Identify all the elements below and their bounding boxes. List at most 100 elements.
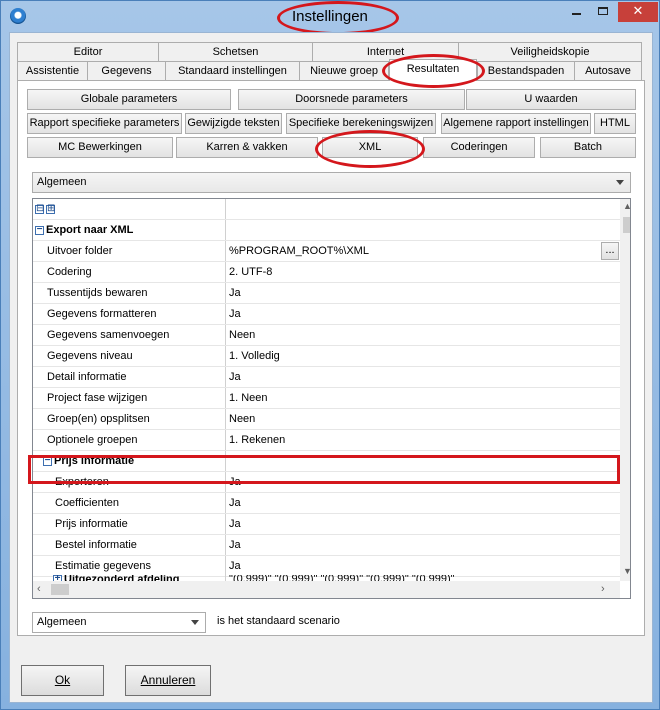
- grid-row-bestel-informatie[interactable]: Bestel informatie Ja: [33, 535, 620, 556]
- ok-button-label: Ok: [54, 673, 71, 687]
- u-waarden-button[interactable]: U waarden: [466, 89, 636, 110]
- grid-row-prijs-informatie[interactable]: Prijs informatie Ja: [33, 514, 620, 535]
- karren-vakken-button[interactable]: Karren & vakken: [176, 137, 318, 158]
- scroll-left-icon[interactable]: ‹: [37, 583, 41, 595]
- tab-editor[interactable]: Editor: [17, 42, 159, 61]
- chevron-down-icon: [191, 620, 199, 625]
- grid-row-optionele-groepen[interactable]: Optionele groepen 1. Rekenen: [33, 430, 620, 451]
- chevron-down-icon: [616, 180, 624, 185]
- grid-category-export-xml[interactable]: − Export naar XML: [33, 220, 620, 241]
- grid-row-value[interactable]: 1. Neen: [227, 388, 620, 408]
- maximize-icon: [598, 7, 608, 15]
- grid-row-label: Optionele groepen: [33, 430, 226, 450]
- collapse-icon[interactable]: −: [35, 224, 44, 235]
- grid-row-label: Gegevens samenvoegen: [33, 325, 226, 345]
- tab-panel-resultaten: Globale parameters Doorsnede parameters …: [17, 80, 645, 636]
- maximize-button[interactable]: [590, 2, 616, 22]
- grid-vertical-scrollbar[interactable]: ▲ ▼: [620, 199, 630, 581]
- tab-assistentie[interactable]: Assistentie: [17, 61, 88, 80]
- grid-row-project-fase-wijzigen[interactable]: Project fase wijzigen 1. Neen: [33, 388, 620, 409]
- minimize-button[interactable]: [563, 2, 589, 22]
- batch-button[interactable]: Batch: [540, 137, 636, 158]
- rapport-specifieke-parameters-button[interactable]: Rapport specifieke parameters: [27, 113, 182, 134]
- tab-gegevens[interactable]: Gegevens: [87, 61, 166, 80]
- grid-row-value[interactable]: Ja: [227, 514, 620, 534]
- grid-row-value[interactable]: Ja: [227, 535, 620, 555]
- grid-row-label: Project fase wijzigen: [33, 388, 226, 408]
- tab-bestandspaden[interactable]: Bestandspaden: [477, 61, 575, 80]
- scroll-up-icon[interactable]: ▲: [623, 201, 630, 211]
- property-grid[interactable]: ⊟ ⊞ − Export naar XML Uitvoer folder %PROG…: [32, 198, 631, 599]
- tab-standaard-instellingen[interactable]: Standaard instellingen: [165, 61, 300, 80]
- tab-veiligheidskopie[interactable]: Veiligheidskopie: [458, 42, 642, 61]
- tab-nieuwe-groep[interactable]: Nieuwe groep: [299, 61, 389, 80]
- grid-row-label: Gegevens niveau: [33, 346, 226, 366]
- tab-schetsen[interactable]: Schetsen: [158, 42, 313, 61]
- grid-row-label: Groep(en) opsplitsen: [33, 409, 226, 429]
- grid-horizontal-scroll-thumb[interactable]: [51, 584, 69, 595]
- grid-row-value[interactable]: Ja: [227, 556, 620, 576]
- resultaten-highlight-oval: [382, 54, 485, 88]
- collapse-all-icon[interactable]: ⊟: [35, 203, 44, 214]
- doorsnede-parameters-button[interactable]: Doorsnede parameters: [238, 89, 465, 110]
- cancel-button-label: Annuleren: [140, 673, 196, 687]
- section-select[interactable]: Algemeen: [32, 172, 631, 193]
- grid-row-gegevens-samenvoegen[interactable]: Gegevens samenvoegen Neen: [33, 325, 620, 346]
- grid-category-label: Export naar XML: [46, 224, 134, 236]
- close-icon: ✕: [632, 3, 644, 18]
- grid-row-value[interactable]: Ja: [227, 283, 620, 303]
- grid-row-value[interactable]: Ja: [227, 304, 620, 324]
- settings-window: Instellingen ✕ Editor Schetsen Internet …: [0, 0, 660, 710]
- grid-row-value[interactable]: 2. UTF-8: [227, 262, 620, 282]
- mc-bewerkingen-button[interactable]: MC Bewerkingen: [27, 137, 173, 158]
- grid-row-label: Tussentijds bewaren: [33, 283, 226, 303]
- grid-row-value[interactable]: Ja: [227, 367, 620, 387]
- scroll-down-icon[interactable]: ▼: [623, 566, 630, 576]
- grid-row-value[interactable]: 1. Volledig: [227, 346, 620, 366]
- section-select-value: Algemeen: [37, 176, 87, 188]
- coderingen-button[interactable]: Coderingen: [423, 137, 535, 158]
- html-button[interactable]: HTML: [594, 113, 636, 134]
- globale-parameters-button[interactable]: Globale parameters: [27, 89, 231, 110]
- grid-toolbar-cell: ⊟ ⊞: [33, 199, 226, 219]
- scenario-select[interactable]: Algemeen: [32, 612, 206, 633]
- grid-row-tussentijds-bewaren[interactable]: Tussentijds bewaren Ja: [33, 283, 620, 304]
- browse-folder-button[interactable]: ...: [601, 242, 619, 260]
- scenario-select-value: Algemeen: [37, 616, 87, 628]
- grid-row-coefficienten[interactable]: Coefficienten Ja: [33, 493, 620, 514]
- grid-row-value[interactable]: Neen: [227, 325, 620, 345]
- scenario-description: is het standaard scenario: [217, 615, 340, 627]
- grid-row-label: Uitvoer folder: [33, 241, 226, 261]
- close-button[interactable]: ✕: [618, 2, 658, 22]
- grid-category-label-cell: − Export naar XML: [33, 220, 226, 240]
- tab-autosave[interactable]: Autosave: [574, 61, 642, 80]
- grid-row-value[interactable]: %PROGRAM_ROOT%\XML: [227, 241, 620, 261]
- grid-row-codering[interactable]: Codering 2. UTF-8: [33, 262, 620, 283]
- ok-button[interactable]: Ok: [21, 665, 104, 696]
- grid-row-label: Bestel informatie: [33, 535, 226, 555]
- grid-vertical-scroll-thumb[interactable]: [623, 217, 630, 233]
- expand-all-icon[interactable]: ⊞: [46, 203, 55, 214]
- scroll-right-icon[interactable]: ›: [601, 583, 605, 595]
- grid-row-detail-informatie[interactable]: Detail informatie Ja: [33, 367, 620, 388]
- grid-toolbar-value-cell: [227, 199, 620, 219]
- grid-row-uitvoer-folder[interactable]: Uitvoer folder %PROGRAM_ROOT%\XML ...: [33, 241, 620, 262]
- app-icon: [10, 8, 26, 24]
- grid-row-gegevens-niveau[interactable]: Gegevens niveau 1. Volledig: [33, 346, 620, 367]
- grid-row-value[interactable]: Ja: [227, 493, 620, 513]
- cancel-button[interactable]: Annuleren: [125, 665, 211, 696]
- grid-row-value[interactable]: Neen: [227, 409, 620, 429]
- gewijzigde-teksten-button[interactable]: Gewijzigde teksten: [185, 113, 282, 134]
- algemene-rapport-instellingen-button[interactable]: Algemene rapport instellingen: [441, 113, 591, 134]
- title-bar: Instellingen ✕: [1, 1, 659, 35]
- grid-row-estimatie-gegevens[interactable]: Estimatie gegevens Ja: [33, 556, 620, 577]
- grid-row-groepen-opsplitsen[interactable]: Groep(en) opsplitsen Neen: [33, 409, 620, 430]
- title-highlight-oval: [277, 1, 399, 35]
- dialog-client-area: Editor Schetsen Internet Veiligheidskopi…: [9, 32, 653, 703]
- grid-row-label: Gegevens formatteren: [33, 304, 226, 324]
- grid-row-value[interactable]: 1. Rekenen: [227, 430, 620, 450]
- tab-row-bottom: Assistentie Gegevens Standaard instellin…: [17, 59, 645, 81]
- minimize-icon: [571, 13, 581, 15]
- grid-row-gegevens-formatteren[interactable]: Gegevens formatteren Ja: [33, 304, 620, 325]
- grid-horizontal-scrollbar[interactable]: ‹ ›: [33, 581, 620, 598]
